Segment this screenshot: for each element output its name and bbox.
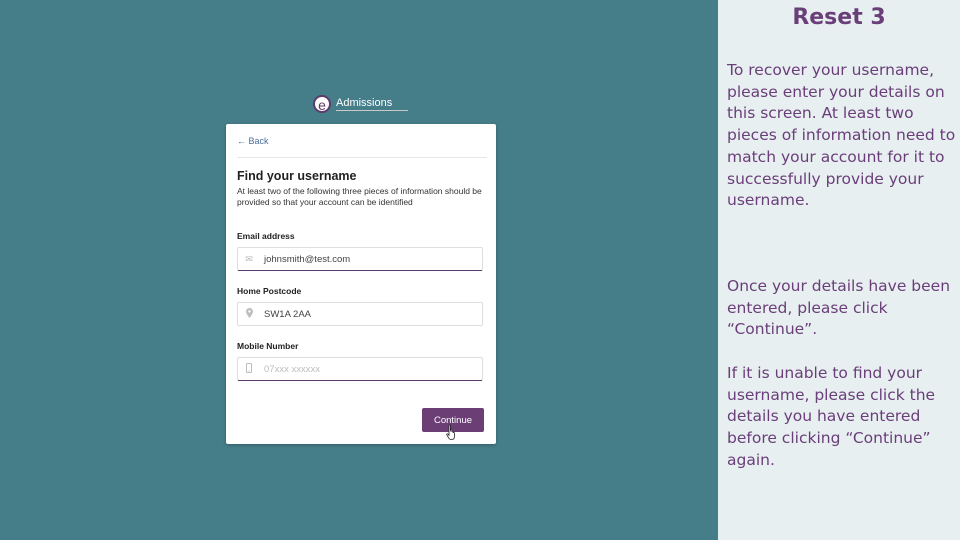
instruction-paragraph-1: To recover your username, please enter y… [727, 61, 956, 210]
back-link[interactable]: ← Back [237, 136, 269, 146]
mobile-field[interactable]: 07xxx xxxxxx [237, 357, 483, 381]
hand-cursor-icon [446, 424, 455, 440]
email-label: Email address [237, 231, 295, 241]
postcode-label: Home Postcode [237, 286, 302, 296]
email-value: johnsmith@test.com [264, 253, 351, 265]
form-title: Find your username [237, 169, 357, 183]
app-logo: e Admissions [313, 95, 408, 113]
form-subtitle: At least two of the following three piec… [237, 186, 482, 207]
location-pin-icon [240, 308, 258, 320]
email-field[interactable]: ✉ johnsmith@test.com [237, 247, 483, 271]
instruction-paragraph-3: If it is unable to find your username, p… [727, 364, 936, 469]
postcode-value: SW1A 2AA [264, 308, 311, 320]
find-username-card: ← Back Find your username At least two o… [226, 124, 496, 444]
mail-icon: ✉ [245, 253, 253, 264]
logo-e-icon: e [313, 95, 331, 113]
mobile-placeholder: 07xxx xxxxxx [264, 363, 320, 375]
postcode-field[interactable]: SW1A 2AA [237, 302, 483, 326]
divider [237, 157, 487, 158]
instructions-panel: Reset 3 To recover your username, please… [718, 0, 960, 540]
screenshot-area: e Admissions ← Back Find your username A… [0, 0, 718, 540]
logo-text: Admissions [336, 97, 408, 111]
phone-icon [240, 363, 258, 375]
slide-heading: Reset 3 [792, 5, 886, 30]
instruction-paragraph-2: Once your details have been entered, ple… [727, 277, 951, 339]
mobile-label: Mobile Number [237, 341, 299, 351]
